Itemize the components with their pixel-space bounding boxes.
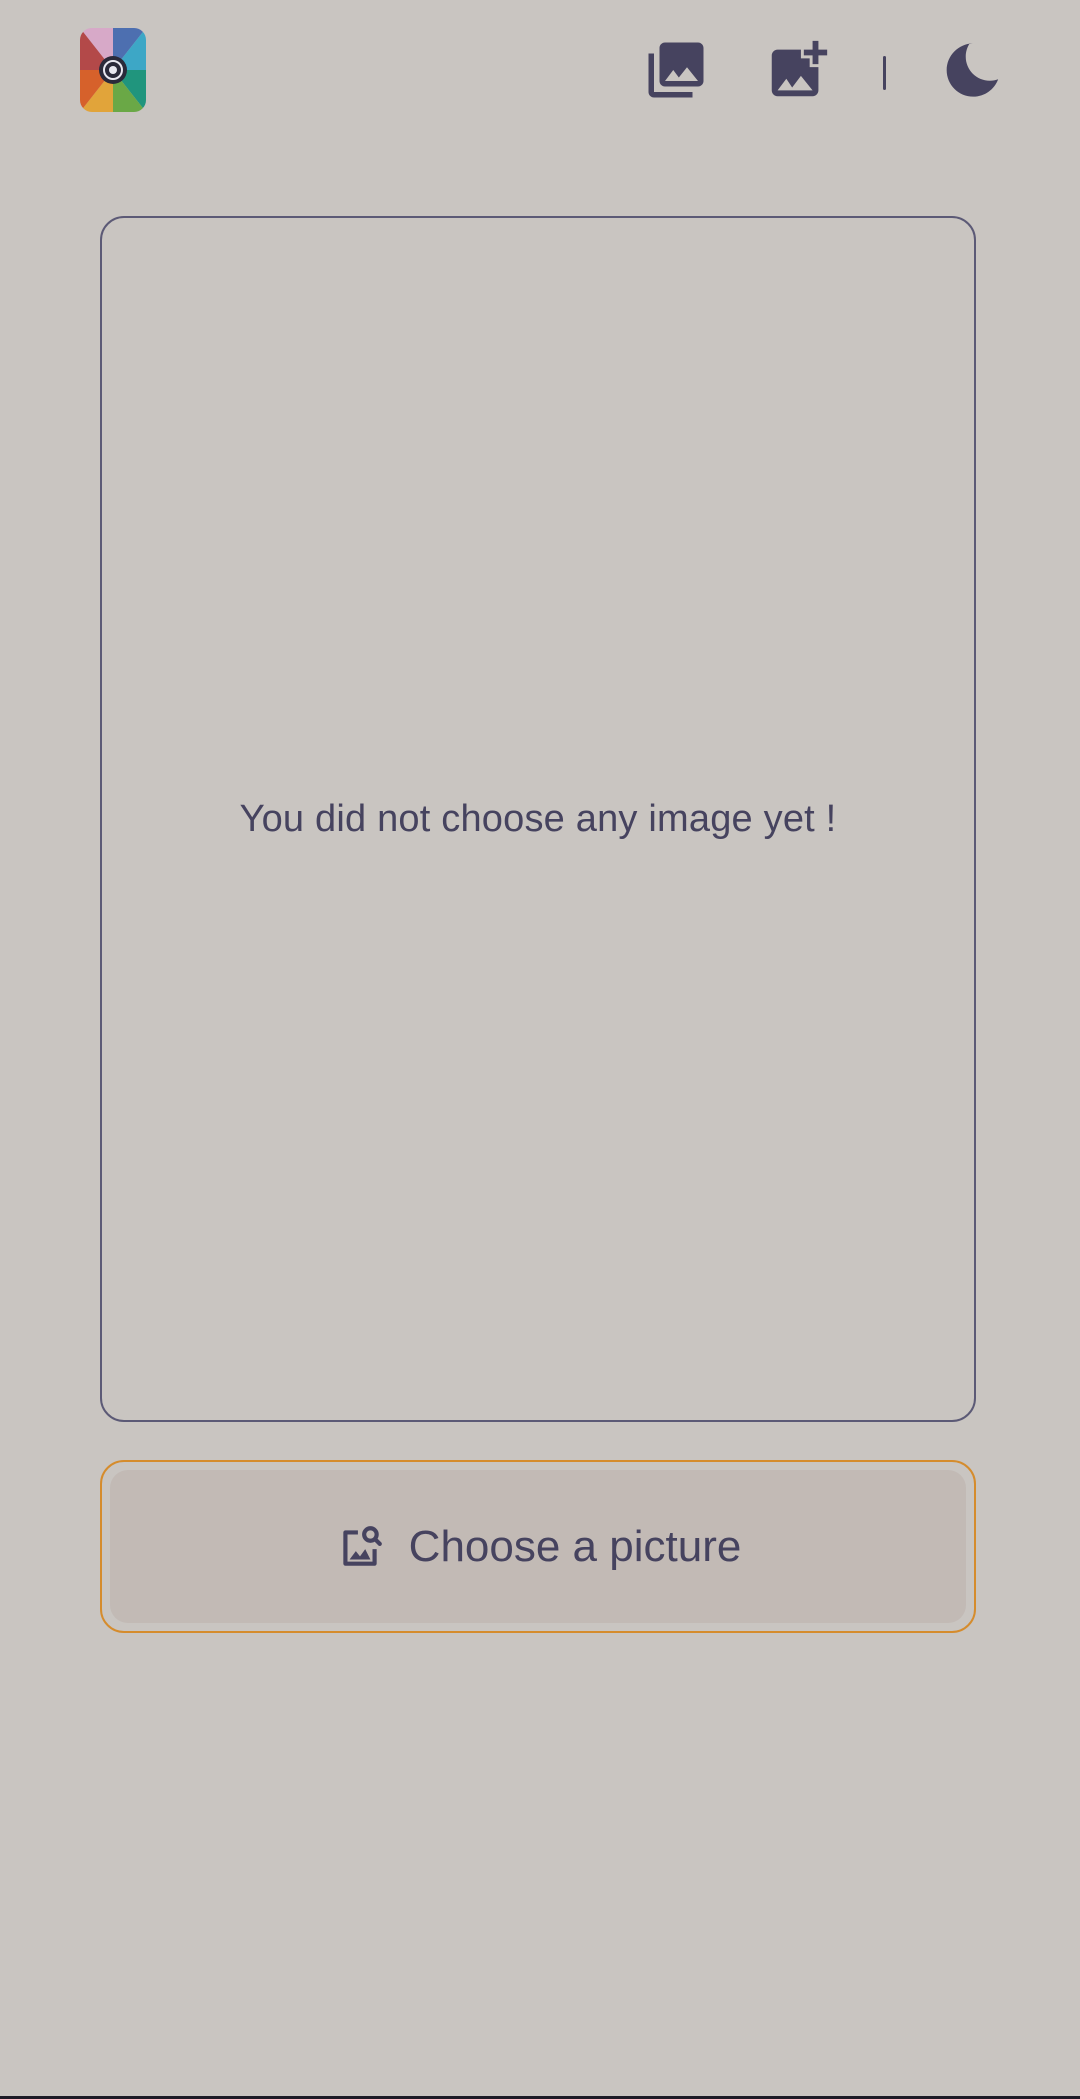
add-photo-icon: [771, 40, 828, 97]
top-app-bar: [0, 0, 1080, 140]
choose-picture-button-surface[interactable]: Choose a picture: [110, 1470, 966, 1623]
image-search-icon: [343, 1525, 382, 1566]
add-photo-button[interactable]: [758, 30, 838, 110]
choose-picture-button[interactable]: Choose a picture: [100, 1460, 976, 1633]
theme-toggle-button[interactable]: [932, 30, 1012, 110]
toolbar-divider: [883, 56, 886, 90]
image-preview-area: You did not choose any image yet !: [100, 216, 976, 1422]
app-logo-icon: [80, 28, 146, 112]
photo-library-icon: [648, 42, 704, 98]
choose-picture-label: Choose a picture: [408, 1521, 742, 1571]
empty-state-message: You did not choose any image yet !: [239, 797, 837, 840]
photo-library-button[interactable]: [636, 30, 716, 110]
moon-icon: [946, 43, 999, 97]
